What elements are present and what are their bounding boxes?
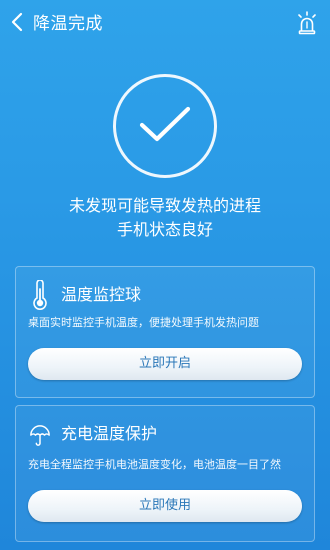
back-button[interactable] (6, 12, 28, 36)
alarm-light-icon (295, 11, 319, 39)
card-description: 桌面实时监控手机温度，便捷处理手机发热问题 (28, 316, 259, 329)
temperature-monitor-card: 温度监控球 桌面实时监控手机温度，便捷处理手机发热问题 立即开启 (15, 266, 315, 398)
status-subtitle: 手机状态良好 (116, 220, 213, 239)
thermometer-icon (29, 280, 51, 310)
card-description: 充电全程监控手机电池温度变化，电池温度一目了然 (28, 458, 281, 471)
status-check-circle (113, 74, 217, 178)
alarm-button[interactable] (294, 11, 320, 39)
checkmark-icon (138, 104, 192, 148)
status-message: 未发现可能导致发热的进程 (68, 196, 261, 215)
card-title: 充电温度保护 (61, 424, 158, 443)
umbrella-icon (29, 421, 51, 451)
page-title: 降温完成 (33, 14, 103, 34)
header-bar: 降温完成 (0, 0, 330, 48)
card-title: 温度监控球 (61, 285, 142, 304)
charging-protection-card: 充电温度保护 充电全程监控手机电池温度变化，电池温度一目了然 立即使用 (15, 405, 315, 542)
chevron-left-icon (11, 12, 23, 36)
use-now-button[interactable]: 立即使用 (28, 490, 302, 522)
enable-now-button[interactable]: 立即开启 (28, 348, 302, 380)
